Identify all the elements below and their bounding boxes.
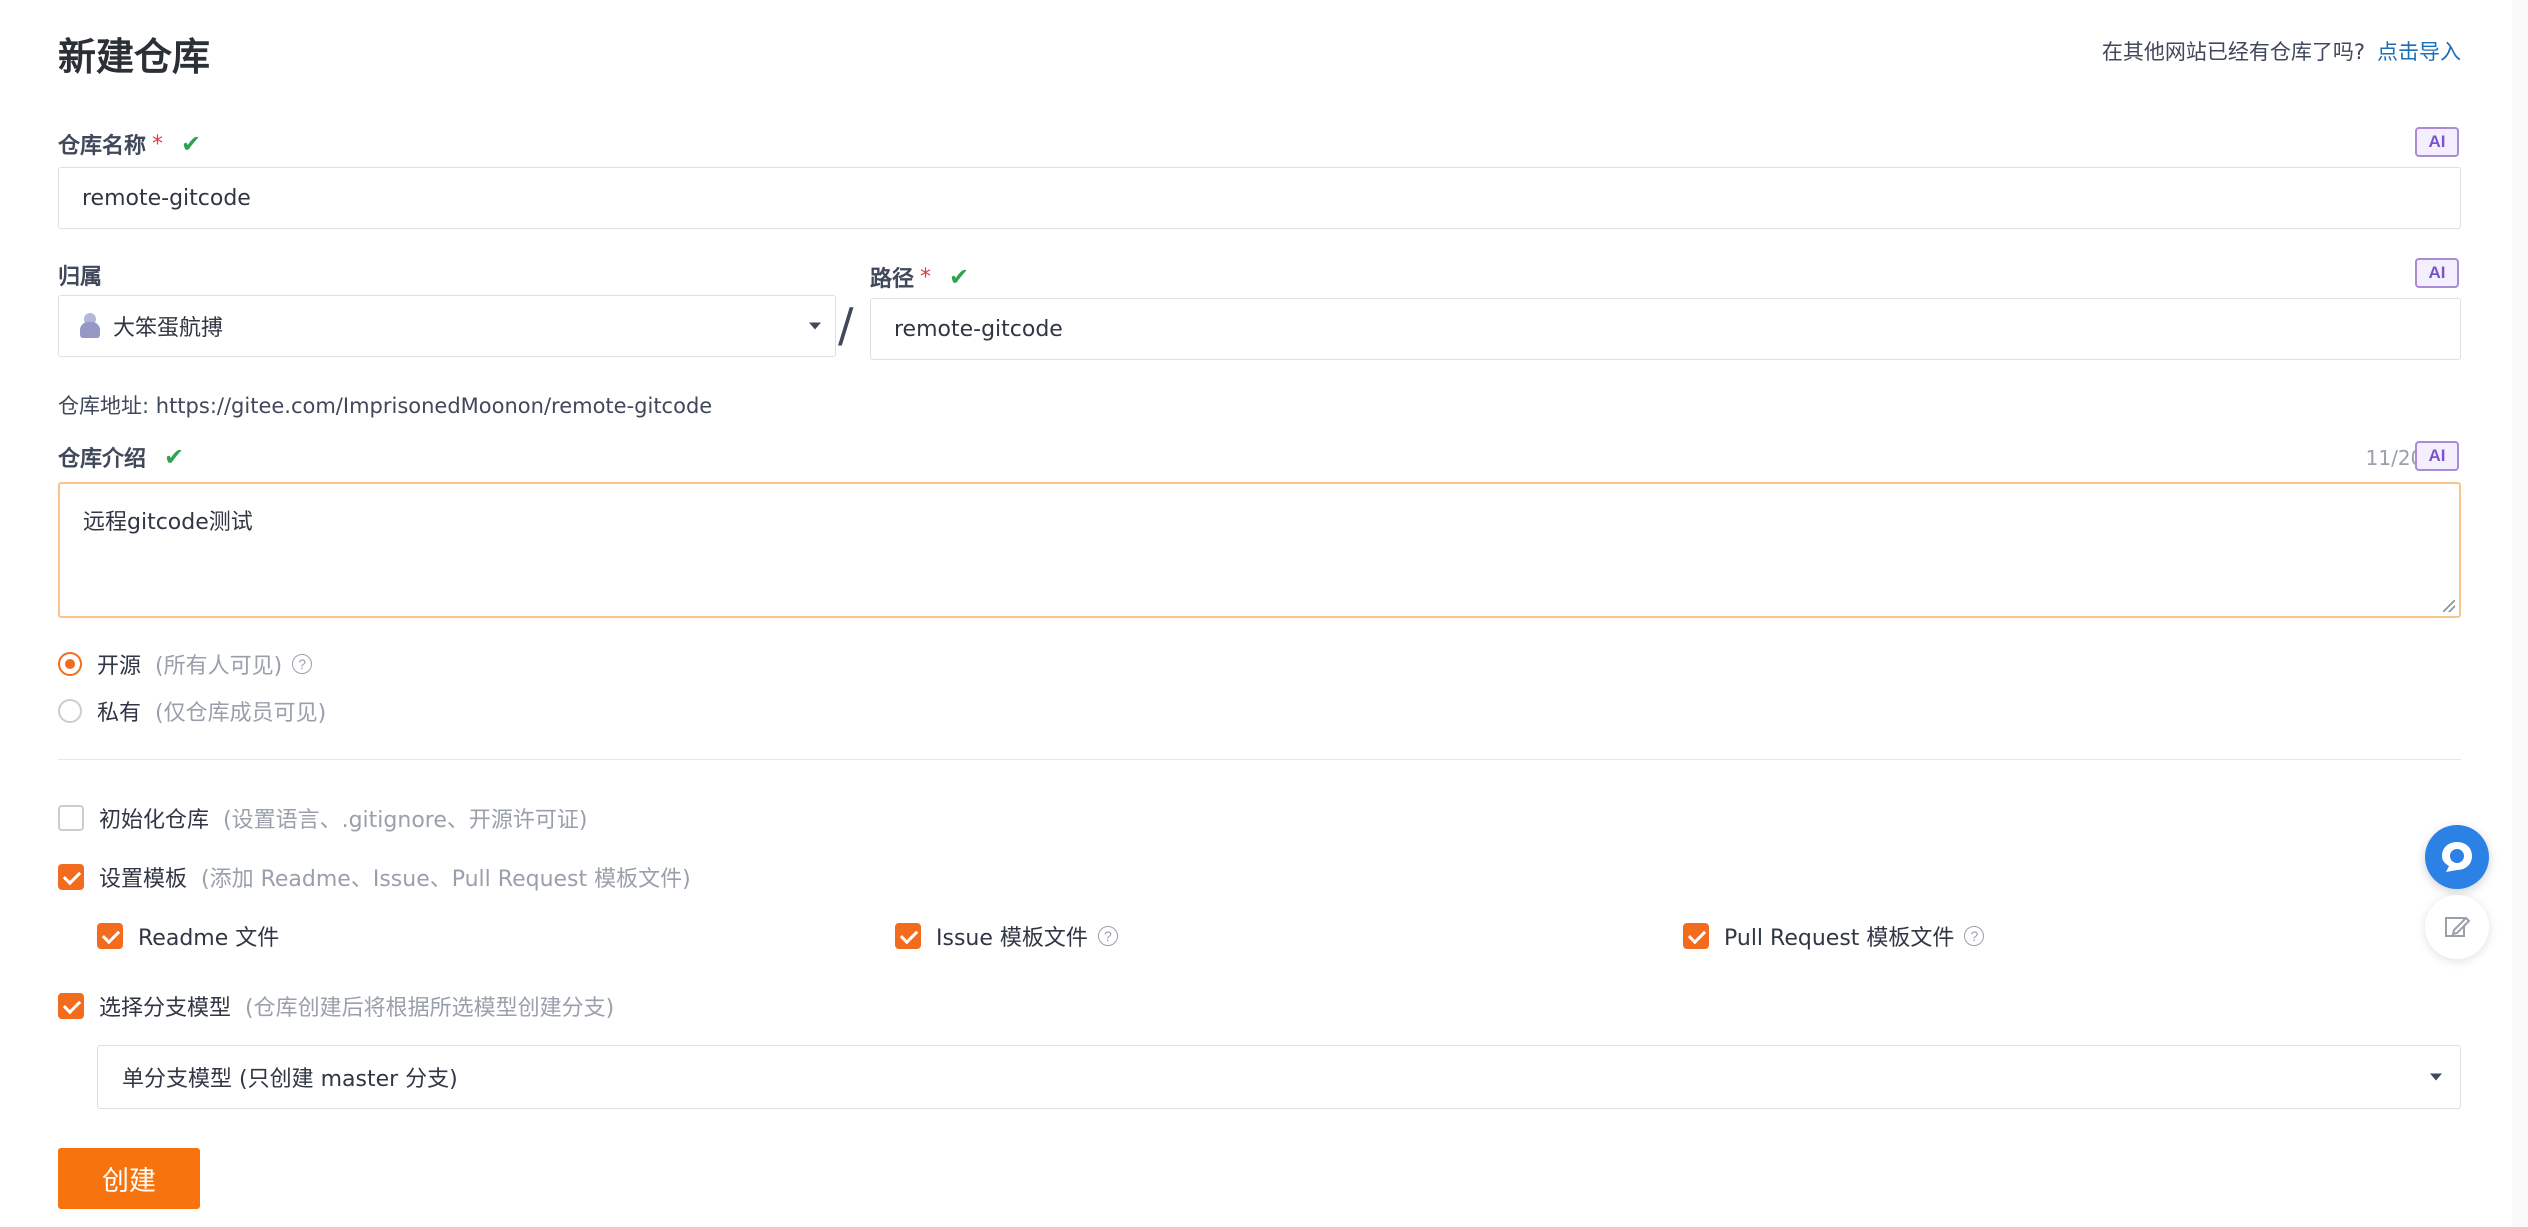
init-repo-label: 初始化仓库	[99, 808, 210, 833]
path-input[interactable]: remote-gitcode	[870, 298, 2461, 360]
ai-assist-button[interactable]: AI	[2415, 441, 2459, 471]
branch-model-option[interactable]: 选择分支模型 (仓库创建后将根据所选模型创建分支)	[58, 990, 614, 1022]
visibility-hint: (所有人可见)	[155, 654, 283, 679]
owner-value: 大笨蛋航搏	[113, 316, 224, 341]
repo-url-value: https://gitee.com/ImprisonedMoonon/remot…	[155, 394, 713, 418]
template-label: Issue 模板文件	[936, 926, 1088, 951]
divider	[58, 759, 2461, 760]
visibility-label: 私有	[97, 701, 142, 726]
branch-model-select[interactable]: 单分支模型 (只创建 master 分支)	[97, 1045, 2461, 1109]
help-icon[interactable]: ?	[1097, 926, 1118, 946]
set-template-label: 设置模板	[99, 867, 188, 892]
checkbox-checked-icon[interactable]	[895, 923, 921, 949]
help-icon[interactable]: ?	[292, 654, 313, 674]
visibility-label: 开源	[97, 654, 142, 679]
owner-select[interactable]: 大笨蛋航搏	[58, 295, 836, 357]
required-mark: *	[152, 131, 164, 157]
template-readme-option[interactable]: Readme 文件	[97, 920, 279, 952]
branch-model-hint: (仓库创建后将根据所选模型创建分支)	[245, 996, 615, 1021]
visibility-hint: (仅仓库成员可见)	[155, 701, 327, 726]
owner-label-text: 归属	[58, 265, 103, 290]
create-button[interactable]: 创建	[58, 1148, 200, 1209]
owner-label: 归属	[58, 259, 102, 291]
repo-url-label: 仓库地址:	[58, 394, 150, 418]
import-hint: 在其他网站已经有仓库了吗? 点击导入	[2102, 36, 2461, 66]
chat-bubble-icon	[2442, 842, 2472, 872]
radio-unselected-icon[interactable]	[58, 699, 82, 723]
branch-model-label: 选择分支模型	[99, 996, 232, 1021]
description-textarea[interactable]: 远程gitcode测试	[58, 482, 2461, 618]
valid-check-icon: ✔	[949, 263, 970, 291]
valid-check-icon: ✔	[164, 443, 185, 471]
repo-name-label-text: 仓库名称	[58, 134, 147, 159]
edit-icon	[2445, 916, 2471, 937]
help-icon[interactable]: ?	[1964, 926, 1985, 946]
path-separator: /	[838, 298, 854, 352]
set-template-option[interactable]: 设置模板 (添加 Readme、Issue、Pull Request 模板文件)	[58, 861, 691, 893]
visibility-option-private[interactable]: 私有 (仅仓库成员可见)	[58, 695, 326, 727]
path-label: 路径 * ✔	[870, 261, 969, 293]
radio-selected-icon[interactable]	[58, 652, 82, 676]
checkbox-checked-icon[interactable]	[97, 923, 123, 949]
repo-name-label: 仓库名称 * ✔	[58, 128, 201, 160]
repo-url: 仓库地址: https://gitee.com/ImprisonedMoonon…	[58, 390, 712, 420]
checkbox-unchecked-icon[interactable]	[58, 805, 84, 831]
init-repo-option[interactable]: 初始化仓库 (设置语言、.gitignore、开源许可证)	[58, 802, 587, 834]
template-label: Pull Request 模板文件	[1724, 926, 1955, 951]
ai-assist-button[interactable]: AI	[2415, 258, 2459, 288]
template-issue-option[interactable]: Issue 模板文件 ?	[895, 920, 1118, 952]
caret-down-icon	[809, 322, 821, 330]
template-label: Readme 文件	[138, 926, 280, 951]
resize-grip-icon[interactable]	[2443, 600, 2455, 612]
assistant-float-button[interactable]	[2425, 825, 2489, 889]
description-value: 远程gitcode测试	[83, 510, 253, 535]
import-hint-text: 在其他网站已经有仓库了吗?	[2101, 40, 2365, 64]
visibility-option-public[interactable]: 开源 (所有人可见) ?	[58, 648, 313, 680]
required-mark: *	[920, 264, 932, 290]
caret-down-icon	[2430, 1073, 2442, 1081]
template-pull-request-option[interactable]: Pull Request 模板文件 ?	[1683, 920, 1985, 952]
import-link[interactable]: 点击导入	[2377, 40, 2461, 64]
feedback-float-button[interactable]	[2425, 895, 2489, 959]
avatar	[79, 313, 101, 339]
checkbox-checked-icon[interactable]	[58, 993, 84, 1019]
init-repo-hint: (设置语言、.gitignore、开源许可证)	[223, 808, 588, 833]
page-title: 新建仓库	[58, 35, 211, 79]
checkbox-checked-icon[interactable]	[1683, 923, 1709, 949]
path-label-text: 路径	[870, 267, 915, 292]
ai-assist-button[interactable]: AI	[2415, 127, 2459, 157]
description-label: 仓库介绍 ✔	[58, 441, 184, 473]
description-label-text: 仓库介绍	[58, 447, 147, 472]
checkbox-checked-icon[interactable]	[58, 864, 84, 890]
repo-name-input[interactable]: remote-gitcode	[58, 167, 2461, 229]
scrollbar[interactable]	[2512, 0, 2528, 1227]
valid-check-icon: ✔	[181, 130, 202, 158]
branch-model-value: 单分支模型 (只创建 master 分支)	[122, 1067, 458, 1092]
set-template-hint: (添加 Readme、Issue、Pull Request 模板文件)	[201, 867, 691, 892]
